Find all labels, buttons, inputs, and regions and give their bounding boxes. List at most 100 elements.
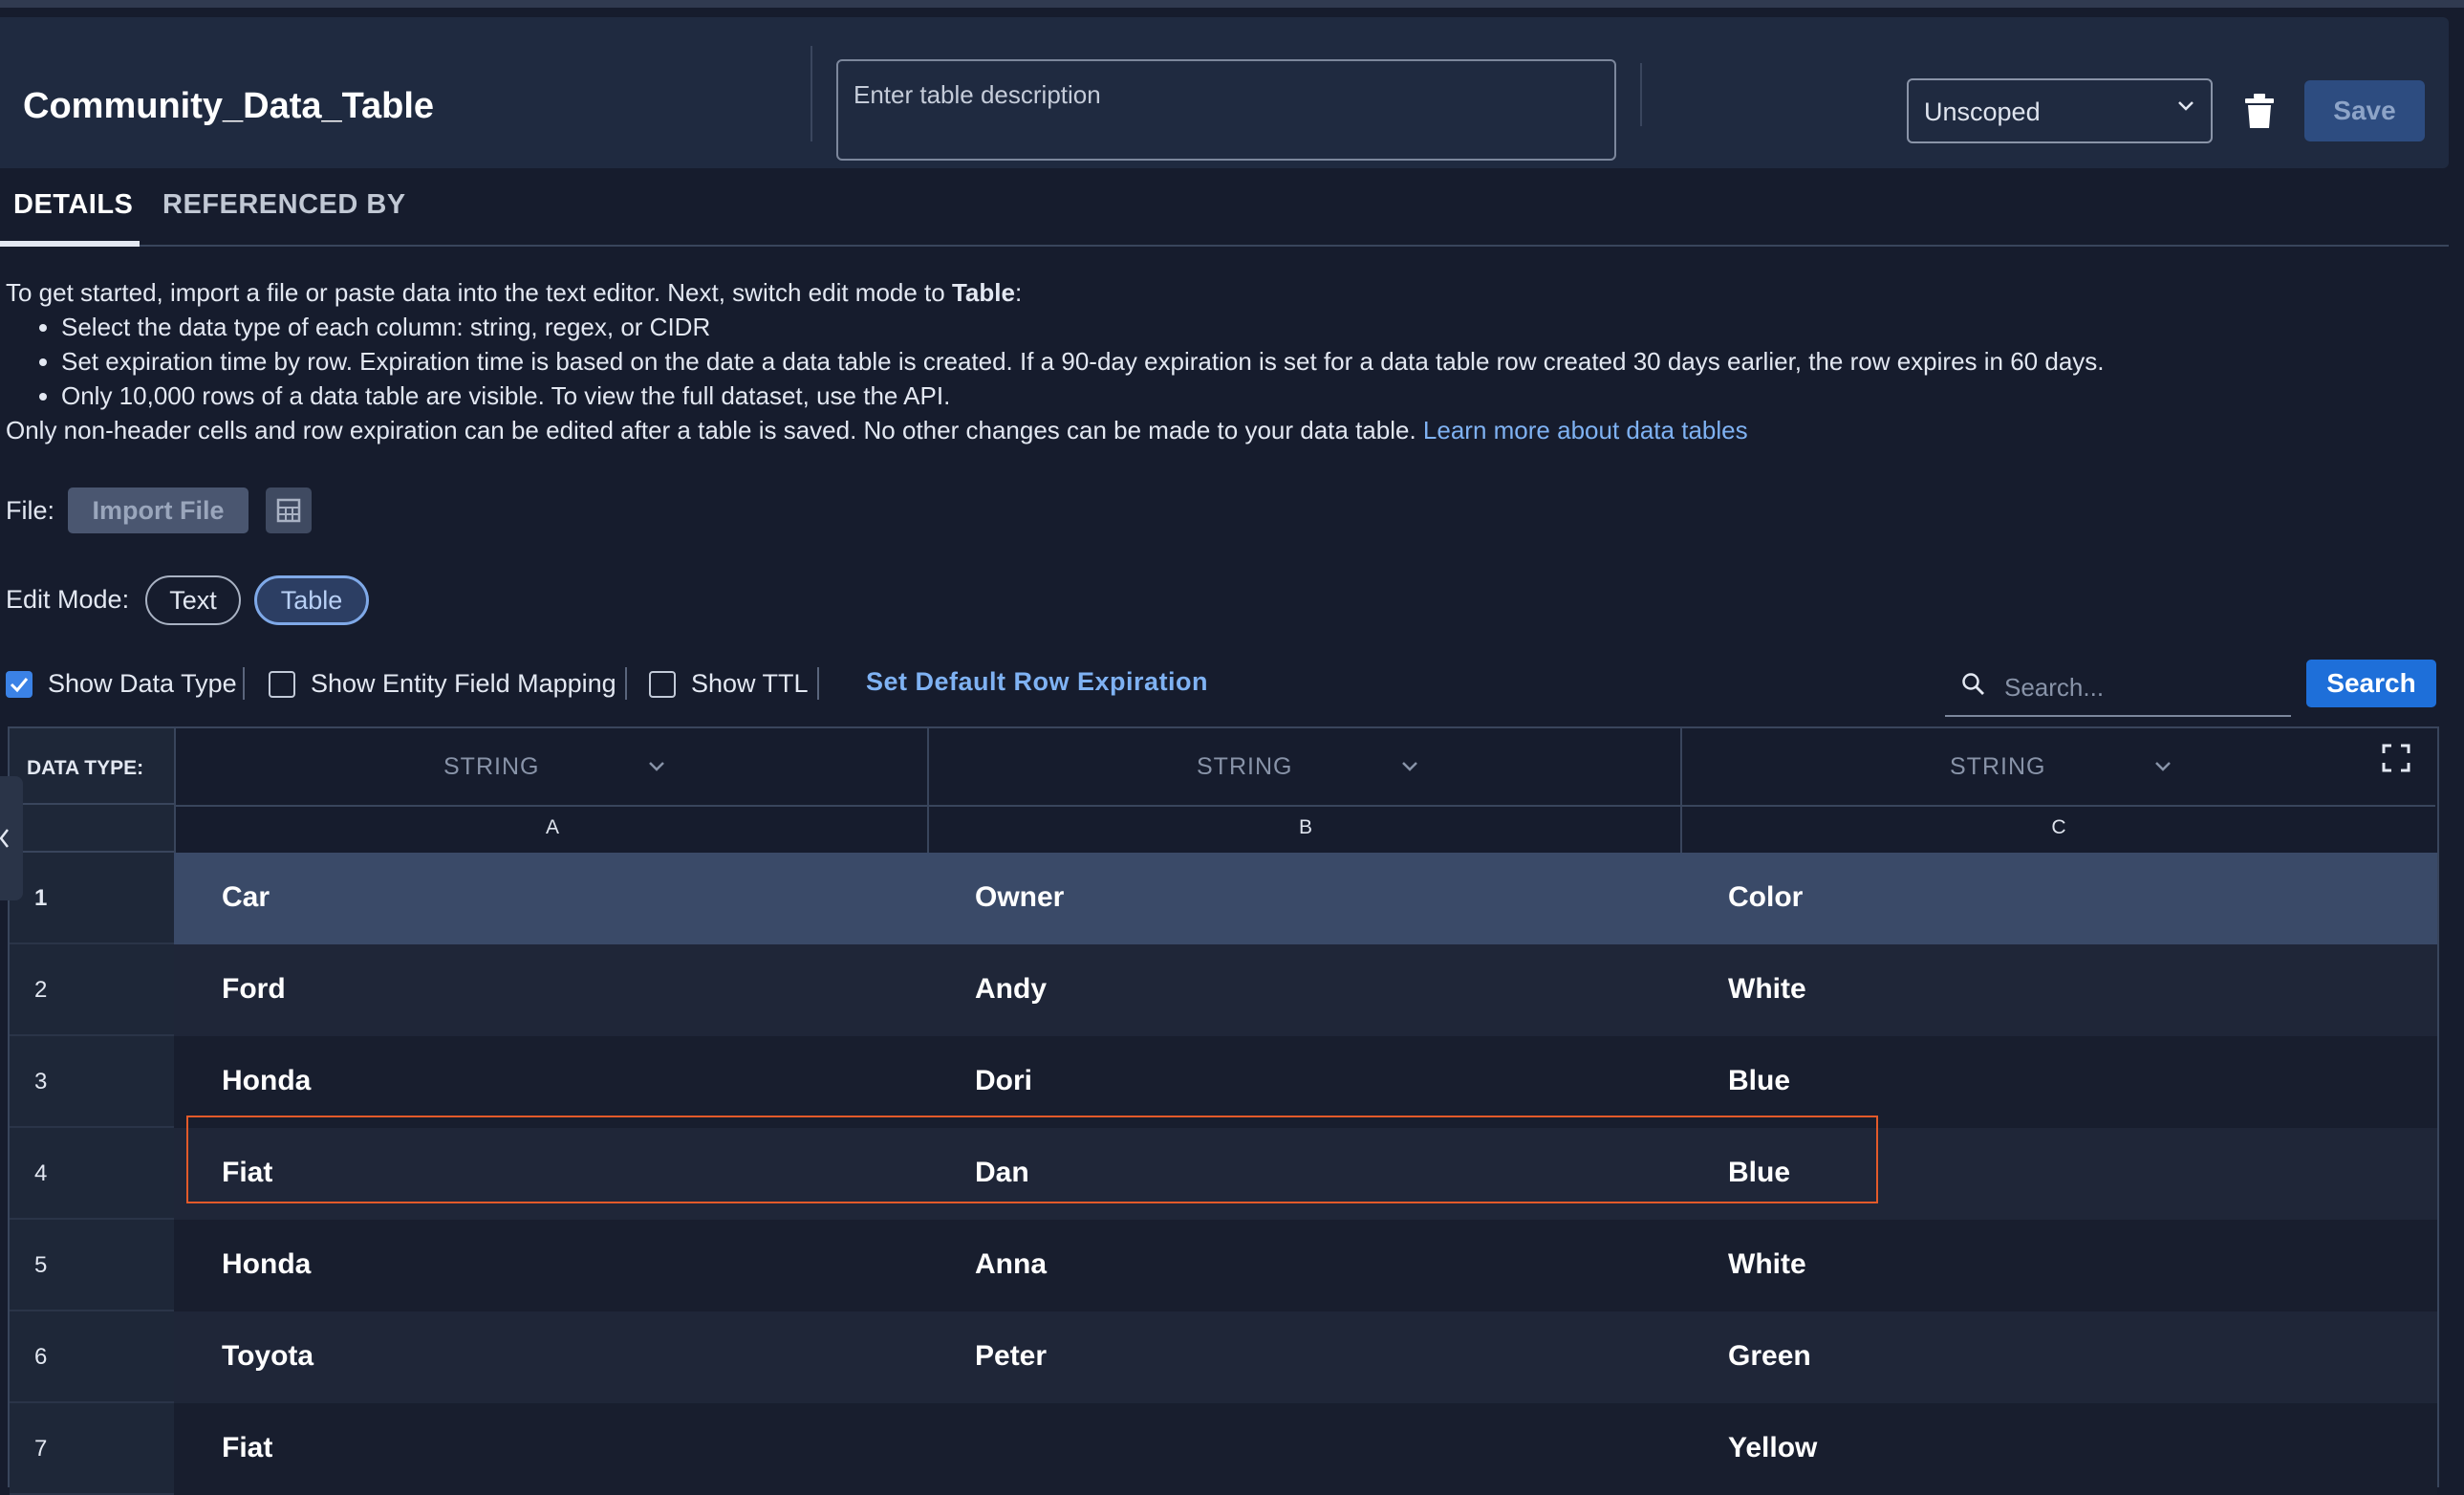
- table-cell[interactable]: Honda: [222, 1065, 311, 1097]
- table-cell[interactable]: Owner: [975, 881, 1064, 914]
- trash-icon[interactable]: [2242, 92, 2277, 130]
- chevron-down-icon: [2155, 762, 2171, 771]
- intro-lead: To get started, import a file or paste d…: [6, 278, 1023, 307]
- data-type-label: DATA TYPE:: [27, 757, 144, 779]
- edit-mode-label: Edit Mode:: [6, 585, 130, 614]
- divider: [243, 667, 245, 700]
- divider: [625, 667, 627, 700]
- tab-referenced-by[interactable]: REFERENCED BY: [162, 189, 406, 221]
- description-input[interactable]: Enter table description: [836, 59, 1616, 161]
- column-header-b[interactable]: B: [927, 805, 1682, 855]
- row-number: 6: [10, 1311, 174, 1403]
- divider: [811, 46, 812, 141]
- data-type-header: DATA TYPE:: [10, 728, 174, 805]
- search-button[interactable]: Search: [2306, 660, 2436, 707]
- chevron-down-icon: [649, 762, 664, 771]
- show-entity-mapping-label[interactable]: Show Entity Field Mapping: [311, 669, 616, 699]
- table-cell[interactable]: Honda: [222, 1248, 311, 1281]
- scope-select[interactable]: Unscoped: [1907, 78, 2213, 143]
- top-border: [0, 0, 2464, 8]
- table-cell[interactable]: Blue: [1728, 1065, 1790, 1097]
- row-cells: Car Owner Color: [174, 853, 2437, 944]
- set-default-row-expiration-link[interactable]: Set Default Row Expiration: [866, 667, 1208, 697]
- checkmark-icon: [10, 678, 29, 693]
- row-number: 7: [10, 1403, 174, 1495]
- column-type-select-b[interactable]: STRING: [927, 728, 1682, 807]
- table-cell[interactable]: Car: [222, 881, 270, 914]
- table-cell[interactable]: Green: [1728, 1340, 1811, 1373]
- scope-value: Unscoped: [1924, 98, 2041, 126]
- table-row: 3 Honda Dori Blue: [10, 1036, 2437, 1128]
- list-item: Only 10,000 rows of a data table are vis…: [61, 379, 2105, 413]
- row-cells: Fiat Yellow: [174, 1403, 2437, 1495]
- column-header-c[interactable]: C: [1680, 805, 2435, 855]
- collapse-panel-handle[interactable]: [0, 776, 23, 900]
- page-title: Community_Data_Table: [23, 86, 435, 126]
- column-type-select-a[interactable]: STRING: [174, 728, 929, 807]
- tab-bar-border: [0, 245, 2449, 247]
- edit-mode-text-button[interactable]: Text: [145, 575, 241, 625]
- file-label: File:: [6, 496, 55, 525]
- intro-instructions: To get started, import a file or paste d…: [6, 275, 2105, 447]
- table-cell[interactable]: White: [1728, 1248, 1806, 1281]
- fullscreen-icon[interactable]: [2382, 744, 2410, 772]
- row-cells: Honda Anna White: [174, 1220, 2437, 1311]
- active-tab-indicator: [0, 241, 140, 247]
- chevron-down-icon: [1402, 762, 1417, 771]
- table-row: 7 Fiat Yellow: [10, 1403, 2437, 1495]
- chevron-left-icon: [0, 829, 9, 848]
- show-data-type-label[interactable]: Show Data Type: [48, 669, 237, 699]
- file-template-button[interactable]: [266, 488, 312, 533]
- import-file-button[interactable]: Import File: [68, 488, 249, 533]
- table-cell[interactable]: Fiat: [222, 1432, 272, 1464]
- search-input[interactable]: [2002, 667, 2283, 707]
- edit-mode-table-button[interactable]: Table: [254, 575, 369, 625]
- corner-cell: [10, 805, 174, 853]
- row-number: 5: [10, 1220, 174, 1311]
- table-cell[interactable]: Dori: [975, 1065, 1032, 1097]
- data-table-grid: DATA TYPE: STRING STRING STRING A B C 1 …: [8, 726, 2439, 1495]
- column-type-select-c[interactable]: STRING: [1680, 728, 2435, 807]
- tab-details[interactable]: DETAILS: [13, 189, 133, 221]
- table-cell[interactable]: Andy: [975, 973, 1047, 1006]
- column-type-value: STRING: [1197, 753, 1293, 780]
- list-item: Select the data type of each column: str…: [61, 310, 2105, 344]
- table-row: 6 Toyota Peter Green: [10, 1311, 2437, 1403]
- row-cells: Honda Dori Blue: [174, 1036, 2437, 1128]
- intro-bullets: Select the data type of each column: str…: [6, 310, 2105, 413]
- table-row: 2 Ford Andy White: [10, 944, 2437, 1036]
- table-cell[interactable]: Peter: [975, 1340, 1047, 1373]
- row-number: 3: [10, 1036, 174, 1128]
- column-type-value: STRING: [443, 753, 540, 780]
- table-row: 1 Car Owner Color: [10, 853, 2437, 944]
- row-number: 1: [10, 853, 174, 944]
- table-cell[interactable]: Anna: [975, 1248, 1047, 1281]
- row-number: 4: [10, 1128, 174, 1220]
- row-highlight-box: [186, 1116, 1878, 1203]
- show-ttl-checkbox[interactable]: [649, 671, 676, 698]
- table-cell[interactable]: Toyota: [222, 1340, 313, 1373]
- table-cell[interactable]: White: [1728, 973, 1806, 1006]
- column-type-value: STRING: [1950, 753, 2046, 780]
- column-header-a[interactable]: A: [174, 805, 929, 855]
- row-number: 2: [10, 944, 174, 1036]
- table-cell[interactable]: Color: [1728, 881, 1803, 914]
- divider: [1640, 63, 1642, 126]
- show-entity-mapping-checkbox[interactable]: [269, 671, 295, 698]
- chevron-down-icon: [2178, 101, 2194, 111]
- table-cell[interactable]: Ford: [222, 973, 286, 1006]
- learn-more-link[interactable]: Learn more about data tables: [1423, 416, 1748, 444]
- row-cells: Toyota Peter Green: [174, 1311, 2437, 1403]
- list-item: Set expiration time by row. Expiration t…: [61, 344, 2105, 379]
- intro-note: Only non-header cells and row expiration…: [6, 416, 1748, 444]
- search-box: [1945, 658, 2291, 717]
- table-cell[interactable]: Yellow: [1728, 1432, 1817, 1464]
- show-data-type-checkbox[interactable]: [6, 671, 32, 698]
- divider: [817, 667, 819, 700]
- table-row: 5 Honda Anna White: [10, 1220, 2437, 1311]
- save-button[interactable]: Save: [2304, 80, 2425, 141]
- search-icon: [1962, 673, 1984, 695]
- show-ttl-label[interactable]: Show TTL: [691, 669, 809, 699]
- grid-icon: [276, 498, 301, 523]
- table-header-bar: Community_Data_Table Enter table descrip…: [0, 17, 2449, 168]
